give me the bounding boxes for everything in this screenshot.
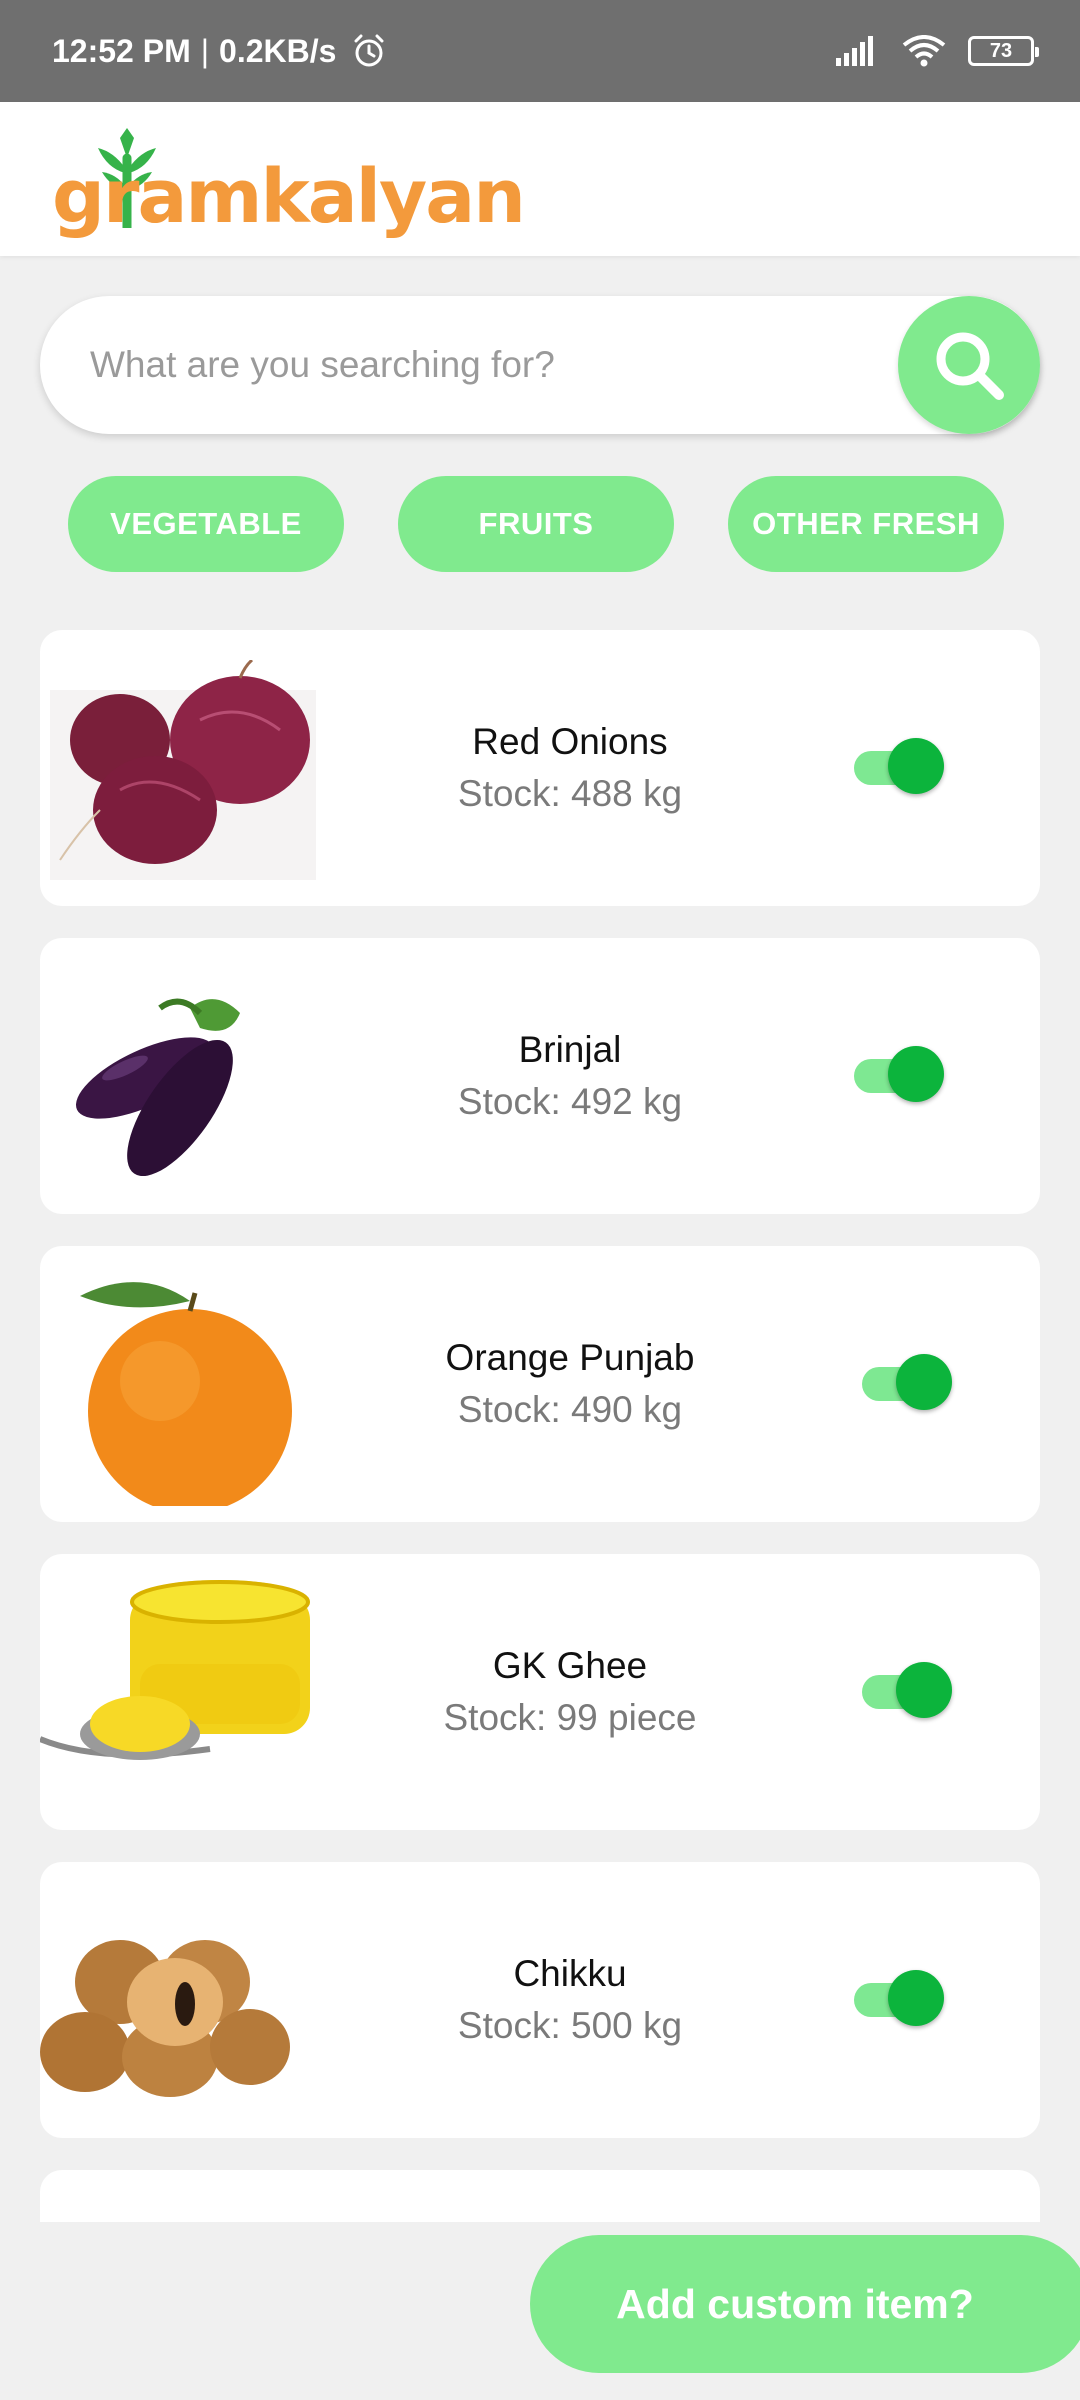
product-card[interactable] [40, 2170, 1040, 2222]
product-card[interactable]: Chikku Stock: 500 kg [40, 1862, 1040, 2138]
status-network-speed: 0.2KB/s [219, 32, 337, 69]
category-other-fresh-label: OTHER FRESH [752, 506, 980, 541]
toggle-knob [896, 1662, 952, 1718]
availability-toggle[interactable] [862, 1662, 952, 1718]
product-card[interactable]: Orange Punjab Stock: 490 kg [40, 1246, 1040, 1522]
category-other-fresh-button[interactable]: OTHER FRESH [728, 476, 1004, 572]
logo-wordmark: gramkalyan [52, 154, 526, 240]
product-name: Chikku [513, 1953, 627, 1994]
brinjal-image [76, 998, 240, 1177]
category-vegetable-button[interactable]: VEGETABLE [68, 476, 344, 572]
product-stock: Stock: 492 kg [457, 1081, 683, 1122]
product-stock: Stock: 490 kg [457, 1389, 683, 1430]
chikku-image [40, 1940, 290, 2097]
toggle-knob [888, 738, 944, 794]
availability-toggle[interactable] [854, 1046, 944, 1102]
product-card[interactable]: Red Onions Stock: 488 kg [40, 630, 1040, 906]
product-info: Chikku Stock: 500 kg [320, 1948, 820, 2052]
toggle-knob [888, 1970, 944, 2026]
ghee-image [40, 1580, 310, 1760]
product-card[interactable]: GK Ghee Stock: 99 piece [40, 1554, 1040, 1830]
product-info: Red Onions Stock: 488 kg [320, 716, 820, 820]
toggle-knob [896, 1354, 952, 1410]
product-name: Red Onions [472, 721, 668, 762]
product-name: GK Ghee [492, 1645, 648, 1686]
search-button[interactable] [898, 296, 1040, 434]
app-screen: 12:52 PM | 0.2KB/s 73 gramkalyan What ar… [0, 0, 1080, 2400]
status-separator: | [200, 32, 210, 69]
availability-toggle[interactable] [854, 738, 944, 794]
status-right: 73 [836, 35, 1039, 67]
product-name: Brinjal [518, 1029, 622, 1070]
product-stock: Stock: 488 kg [457, 773, 683, 814]
product-name: Orange Punjab [445, 1337, 695, 1378]
product-info: Orange Punjab Stock: 490 kg [320, 1332, 820, 1436]
search-icon [936, 332, 1004, 400]
signal-icon [836, 36, 873, 66]
status-time: 12:52 PM [52, 32, 191, 69]
product-info: GK Ghee Stock: 99 piece [320, 1640, 820, 1744]
app-header: gramkalyan [0, 102, 1080, 256]
add-custom-item-button[interactable]: Add custom item? [530, 2235, 1080, 2373]
product-list[interactable]: Red Onions Stock: 488 kg Brinjal Stock: … [0, 620, 1080, 2222]
wifi-icon [902, 35, 946, 67]
orange-image [80, 1282, 292, 1506]
app-logo: gramkalyan [52, 122, 526, 242]
availability-toggle[interactable] [854, 1970, 944, 2026]
toggle-knob [888, 1046, 944, 1102]
product-card[interactable]: Brinjal Stock: 492 kg [40, 938, 1040, 1214]
category-fruits-button[interactable]: FRUITS [398, 476, 674, 572]
alarm-icon [354, 34, 384, 67]
search-bar[interactable] [40, 296, 1040, 434]
battery-icon: 73 [968, 36, 1039, 66]
product-image [40, 2200, 320, 2222]
red-onions-image [50, 660, 316, 880]
product-info: Brinjal Stock: 492 kg [320, 1024, 820, 1128]
category-vegetable-label: VEGETABLE [110, 506, 302, 541]
battery-level: 73 [989, 39, 1013, 62]
status-left: 12:52 PM | 0.2KB/s [52, 32, 388, 70]
product-stock: Stock: 99 piece [443, 1697, 697, 1738]
category-fruits-label: FRUITS [478, 506, 594, 541]
status-bar: 12:52 PM | 0.2KB/s 73 [0, 0, 1080, 102]
search-input[interactable] [90, 296, 890, 434]
availability-toggle[interactable] [862, 1354, 952, 1410]
product-stock: Stock: 500 kg [457, 2005, 683, 2046]
add-custom-item-label: Add custom item? [616, 2280, 974, 2327]
